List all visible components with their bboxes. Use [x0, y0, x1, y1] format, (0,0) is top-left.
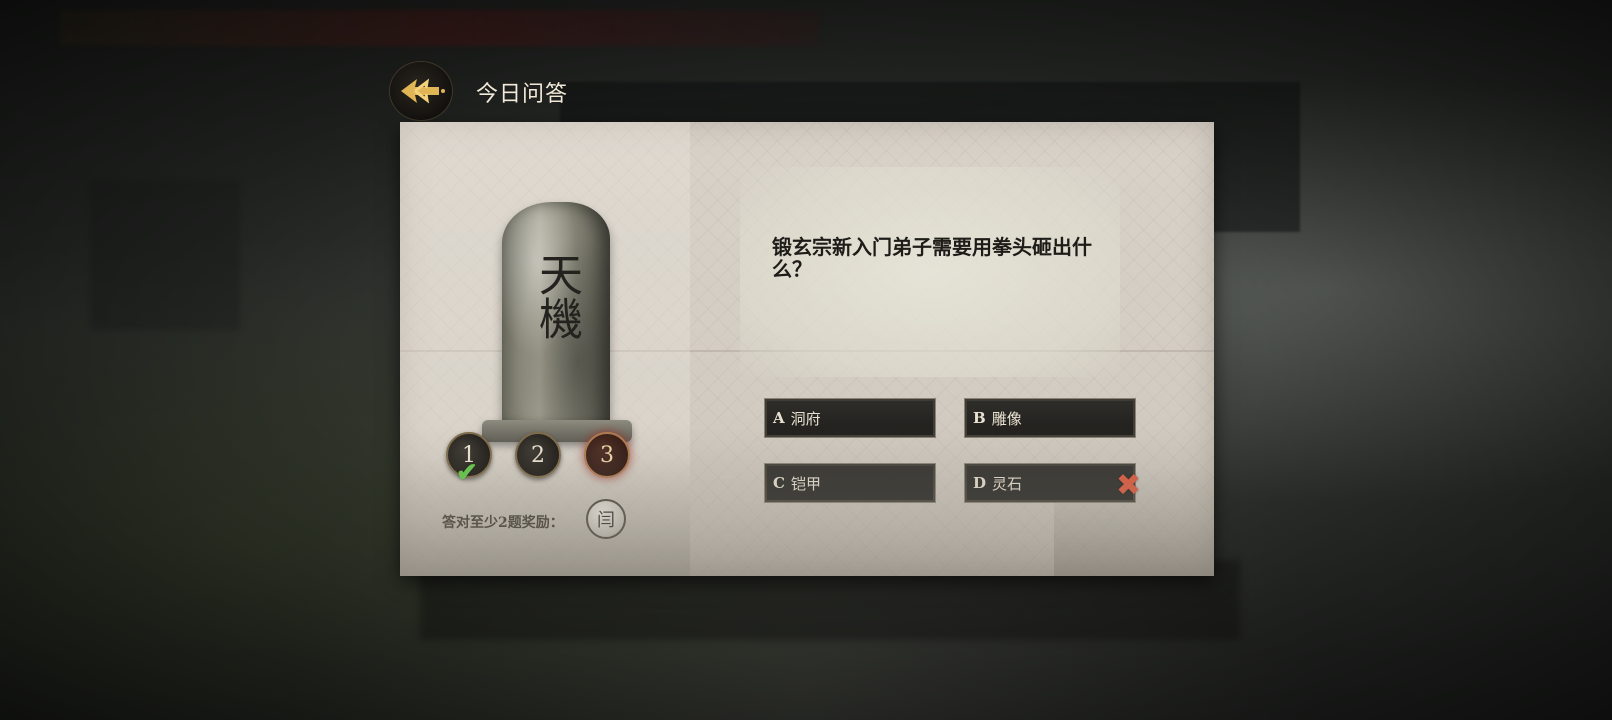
- option-letter: A: [773, 409, 785, 427]
- answer-option-c[interactable]: C 铠甲: [764, 463, 936, 503]
- quiz-panel: 天機 1 ✔ 2 3 答对至少2题奖励： 闫 锻玄宗新入门弟子需要用拳头砸出什么…: [400, 122, 1214, 576]
- option-text: 灵石: [992, 474, 1023, 493]
- answer-option-a[interactable]: A 洞府: [764, 398, 936, 438]
- progress-number: 2: [531, 442, 545, 468]
- reward-icon-glyph: 闫: [597, 510, 615, 531]
- stele-inscription: 天機: [531, 252, 582, 340]
- answer-option-b[interactable]: B 雕像: [964, 398, 1136, 438]
- progress-question-3: 3: [584, 432, 630, 478]
- page-title: 今日问答: [476, 82, 569, 107]
- question-text: 锻玄宗新入门弟子需要用拳头砸出什么？: [772, 235, 1092, 281]
- reward-item-icon[interactable]: 闫: [586, 499, 626, 539]
- back-arrow-icon: [401, 78, 445, 104]
- back-button[interactable]: [390, 62, 452, 120]
- option-letter: D: [973, 474, 987, 492]
- answer-option-d[interactable]: D 灵石 ✖: [964, 463, 1141, 503]
- option-text: 洞府: [790, 409, 821, 428]
- option-text: 雕像: [991, 409, 1022, 428]
- reward-label: 答对至少2题奖励：: [442, 515, 564, 531]
- progress-question-2: 2: [515, 432, 561, 478]
- wrong-cross-icon: ✖: [1115, 468, 1141, 503]
- option-text: 铠甲: [790, 474, 821, 493]
- progress-number: 3: [600, 442, 614, 468]
- option-letter: B: [973, 409, 986, 427]
- option-letter: C: [773, 474, 785, 492]
- correct-check-icon: ✔: [456, 458, 478, 488]
- stone-stele: 天機: [502, 202, 610, 430]
